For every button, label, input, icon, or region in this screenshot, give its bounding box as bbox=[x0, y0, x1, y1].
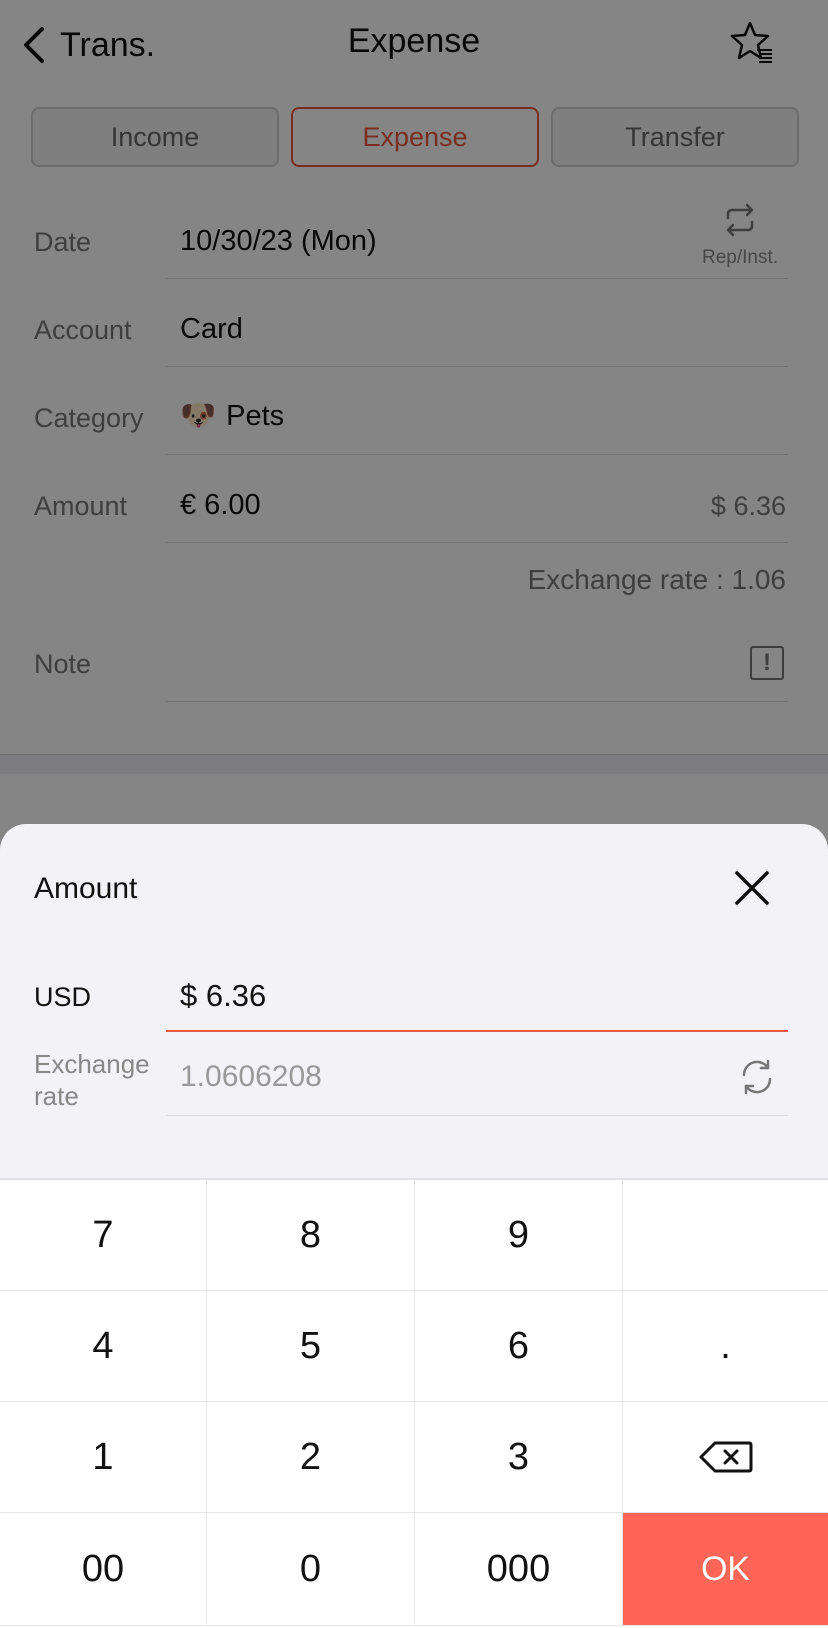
currency-label: USD bbox=[34, 982, 92, 1012]
exchange-rate-field[interactable]: 1.0606208 bbox=[180, 1060, 322, 1094]
key-2[interactable]: 2 bbox=[207, 1402, 415, 1513]
close-icon[interactable] bbox=[733, 869, 771, 907]
divider bbox=[166, 1115, 788, 1116]
key-00[interactable]: 00 bbox=[0, 1513, 207, 1626]
backspace-button[interactable] bbox=[623, 1402, 828, 1513]
key-1[interactable]: 1 bbox=[0, 1402, 207, 1513]
key-decimal[interactable]: . bbox=[623, 1291, 828, 1402]
key-7[interactable]: 7 bbox=[0, 1180, 207, 1291]
exchange-rate-label: Exchange rate bbox=[34, 1049, 150, 1111]
backspace-icon bbox=[699, 1441, 752, 1473]
ok-button[interactable]: OK bbox=[623, 1513, 828, 1626]
refresh-icon[interactable] bbox=[737, 1057, 777, 1097]
key-8[interactable]: 8 bbox=[207, 1180, 415, 1291]
key-3[interactable]: 3 bbox=[415, 1402, 623, 1513]
key-blank bbox=[623, 1180, 828, 1291]
key-000[interactable]: 000 bbox=[415, 1513, 623, 1626]
key-4[interactable]: 4 bbox=[0, 1291, 207, 1402]
key-5[interactable]: 5 bbox=[207, 1291, 415, 1402]
key-6[interactable]: 6 bbox=[415, 1291, 623, 1402]
sheet-title: Amount bbox=[34, 872, 138, 905]
active-field-underline bbox=[166, 1030, 788, 1032]
currency-amount-field[interactable]: $ 6.36 bbox=[180, 978, 266, 1014]
key-9[interactable]: 9 bbox=[415, 1180, 623, 1291]
key-0[interactable]: 0 bbox=[207, 1513, 415, 1626]
numeric-keypad: 7 8 9 4 5 6 . 1 2 3 00 0 000 OK bbox=[0, 1178, 828, 1628]
